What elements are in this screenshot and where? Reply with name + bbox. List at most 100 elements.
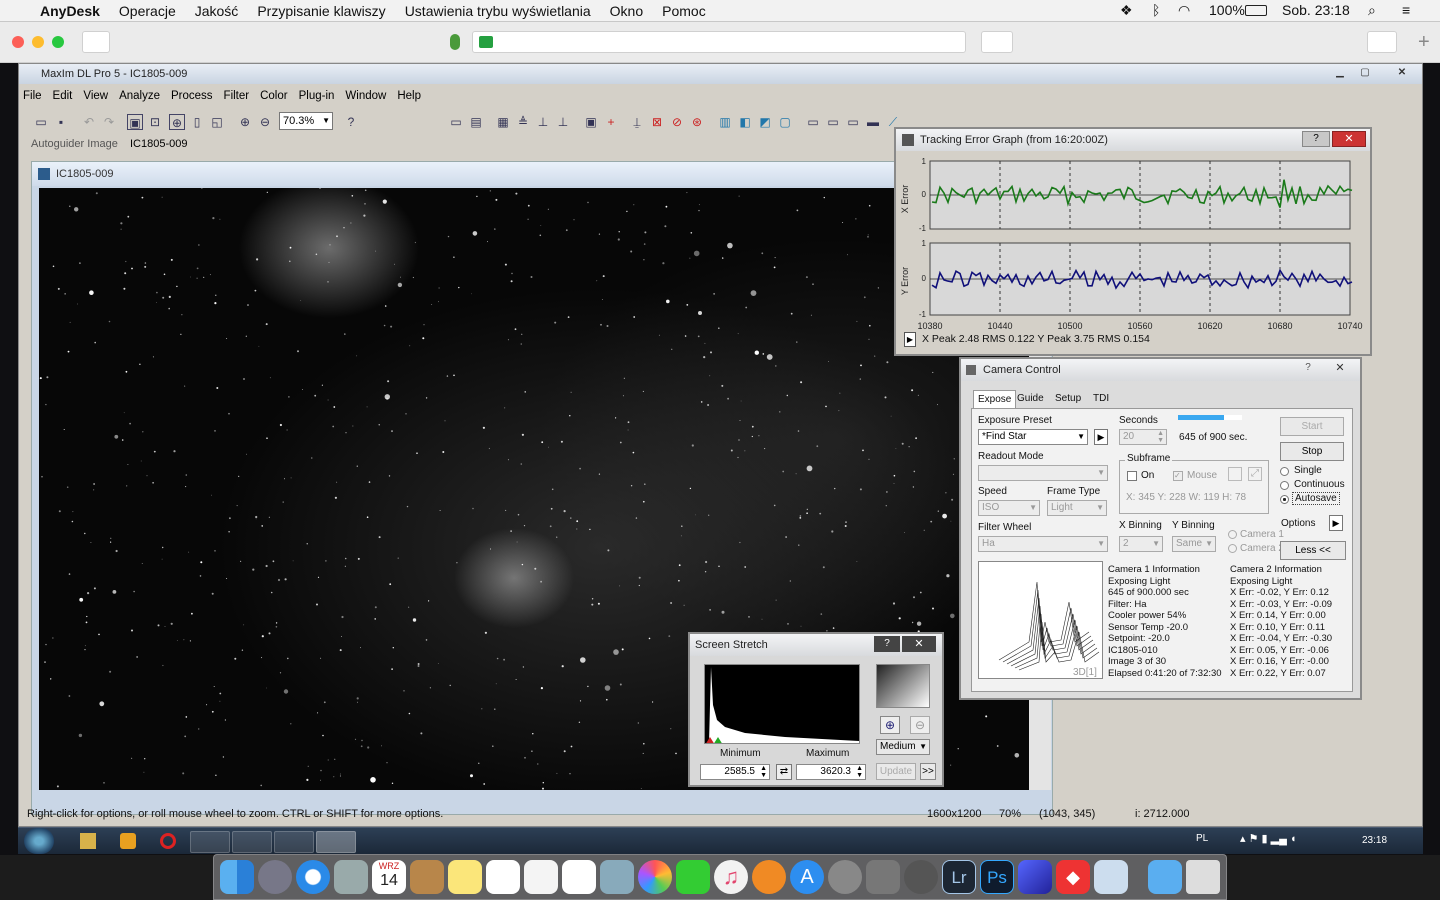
image-view-icon[interactable]: ▣	[127, 114, 143, 130]
menu-plugin[interactable]: Plug-in	[299, 90, 335, 108]
readout-mode-select[interactable]: ▼	[978, 465, 1108, 481]
stop-button[interactable]: Stop	[1280, 442, 1344, 461]
tracking-close-button[interactable]: ✕	[1332, 131, 1366, 147]
trash-icon[interactable]	[1186, 860, 1220, 894]
toolbar-icon-p[interactable]: ▭	[845, 114, 861, 130]
toolbar-icon-f[interactable]: ⊥	[555, 114, 571, 130]
tracking-plots[interactable]: X Error Y Error 1 0 -1 1 0 -1 10380 10440 10500…	[900, 155, 1368, 333]
filter-wheel-select[interactable]: Ha ▼	[978, 536, 1108, 552]
camera1-radio[interactable]	[1228, 530, 1237, 539]
zoom-out-icon[interactable]: ⊖	[257, 114, 273, 130]
camera2-radio[interactable]	[1228, 544, 1237, 553]
session-tab[interactable]	[472, 31, 966, 53]
itunes-icon[interactable]: ♫	[714, 860, 748, 894]
tab-tdi[interactable]: TDI	[1089, 390, 1113, 408]
undo-icon[interactable]: ↶	[81, 114, 97, 130]
toolbar-icon-d[interactable]: ≜	[515, 114, 531, 130]
stretch-histogram[interactable]	[704, 664, 860, 744]
close-button[interactable]: ✕	[1389, 66, 1415, 80]
minimize-button[interactable]: ▁	[1329, 66, 1351, 80]
app-icon-cube[interactable]	[1018, 860, 1052, 894]
toolbar-icon-o[interactable]: ▭	[825, 114, 841, 130]
battery-icon[interactable]	[1245, 5, 1267, 16]
menu-color[interactable]: Color	[260, 90, 287, 108]
toolbar-icon-b[interactable]: ▤	[468, 114, 484, 130]
stretch-mode-select[interactable]: Medium ▼	[876, 739, 930, 755]
language-indicator[interactable]: PL	[1196, 833, 1208, 844]
menu-jakosc[interactable]: Jakość	[195, 3, 239, 19]
start-button[interactable]: Start	[1280, 417, 1344, 436]
folder-icon[interactable]	[1148, 860, 1182, 894]
zoom-window-icon[interactable]	[52, 36, 64, 48]
open-file-icon[interactable]: ▭	[33, 114, 49, 130]
lightroom-icon[interactable]: Lr	[942, 860, 976, 894]
crop-icon[interactable]: ⊡	[147, 114, 163, 130]
tab-setup[interactable]: Setup	[1051, 390, 1085, 408]
app-store-icon[interactable]: A	[790, 860, 824, 894]
toolbar-icon-c[interactable]: ▦	[495, 114, 511, 130]
toolbar-icon-h[interactable]: ⊠	[649, 114, 665, 130]
ibooks-icon[interactable]	[752, 860, 786, 894]
frame-type-select[interactable]: Light ▼	[1047, 500, 1107, 516]
maxim-titlebar[interactable]: MaxIm DL Pro 5 - IC1805-009	[19, 64, 1422, 84]
system-preferences-icon[interactable]	[828, 860, 862, 894]
autoguider-image-name[interactable]: IC1805-009	[130, 138, 188, 150]
zoom-in-icon[interactable]: ⊕	[237, 114, 253, 130]
telescope-icon[interactable]: ⍊	[629, 114, 645, 130]
subframe-select-icon[interactable]	[1228, 467, 1242, 481]
tab-expose[interactable]: Expose	[973, 390, 1017, 408]
speed-select[interactable]: ISO ▼	[978, 500, 1040, 516]
launchpad-icon[interactable]	[258, 860, 292, 894]
menu-file[interactable]: File	[23, 90, 42, 108]
more-button[interactable]: >>	[920, 763, 936, 780]
zoom-out-icon[interactable]: ⊖	[910, 716, 930, 734]
media-icon[interactable]	[120, 833, 136, 849]
toolbar-icon-e[interactable]: ⊥	[535, 114, 551, 130]
toolbar-icon-a[interactable]: ▭	[448, 114, 464, 130]
toolbar-icon-q[interactable]: ▬	[865, 114, 881, 130]
hamburger-menu-button[interactable]	[1367, 31, 1397, 53]
photoshop-icon[interactable]: Ps	[980, 860, 1014, 894]
notification-center-icon[interactable]: ≡	[1402, 2, 1410, 18]
menu-pomoc[interactable]: Pomoc	[662, 3, 706, 19]
opera-icon[interactable]	[160, 833, 176, 849]
minimize-window-icon[interactable]	[32, 36, 44, 48]
toolbar-icon-j[interactable]: ⊛	[689, 114, 705, 130]
menu-help[interactable]: Help	[397, 90, 421, 108]
toolbar-icon-k[interactable]: ◧	[737, 114, 753, 130]
toolbar-icon-m[interactable]: ▢	[777, 114, 793, 130]
camera-close-button[interactable]: ✕	[1323, 361, 1357, 377]
help-cursor-icon[interactable]: ?	[343, 114, 359, 130]
toolbar-icon-g[interactable]: ▣	[583, 114, 599, 130]
stretch-help-button[interactable]: ?	[874, 636, 900, 652]
preview-icon[interactable]	[334, 860, 368, 894]
seconds-input[interactable]: 20 ▲ ▼	[1119, 429, 1167, 445]
app-menu[interactable]: AnyDesk	[40, 3, 100, 19]
help-button[interactable]: ?	[1302, 131, 1330, 147]
crosshair-icon[interactable]: +	[603, 114, 619, 130]
toolbar-icon-l[interactable]: ◩	[757, 114, 773, 130]
maps-icon[interactable]	[600, 860, 634, 894]
screenshot-icon[interactable]	[866, 860, 900, 894]
single-radio[interactable]	[1280, 467, 1289, 476]
contacts-icon[interactable]	[410, 860, 444, 894]
histogram-3d-graph[interactable]: 3D[1]	[978, 561, 1103, 679]
tracking-titlebar[interactable]: Tracking Error Graph (from 16:20:00Z)	[896, 129, 1370, 151]
less-button[interactable]: Less <<	[1280, 541, 1346, 560]
save-icon[interactable]: ▪	[53, 114, 69, 130]
textedit-icon[interactable]	[524, 860, 558, 894]
explorer-icon[interactable]	[80, 833, 96, 849]
maximize-button[interactable]: ▢	[1354, 66, 1376, 80]
mouse-checkbox[interactable]: ✓	[1173, 471, 1183, 481]
subframe-on-checkbox[interactable]	[1127, 471, 1137, 481]
subframe-expand-icon[interactable]: ⤢	[1248, 467, 1262, 481]
start-button-icon[interactable]	[24, 828, 54, 854]
reminders-icon[interactable]	[486, 860, 520, 894]
menu-filter[interactable]: Filter	[224, 90, 250, 108]
menu-analyze[interactable]: Analyze	[119, 90, 160, 108]
close-window-icon[interactable]	[12, 36, 24, 48]
menu-przypisanie-klawiszy[interactable]: Przypisanie klawiszy	[257, 3, 385, 19]
bluetooth-icon[interactable]: ᛒ	[1152, 2, 1160, 18]
play-arrow-icon[interactable]: ▶	[904, 332, 916, 347]
task-app-2[interactable]	[232, 831, 272, 853]
